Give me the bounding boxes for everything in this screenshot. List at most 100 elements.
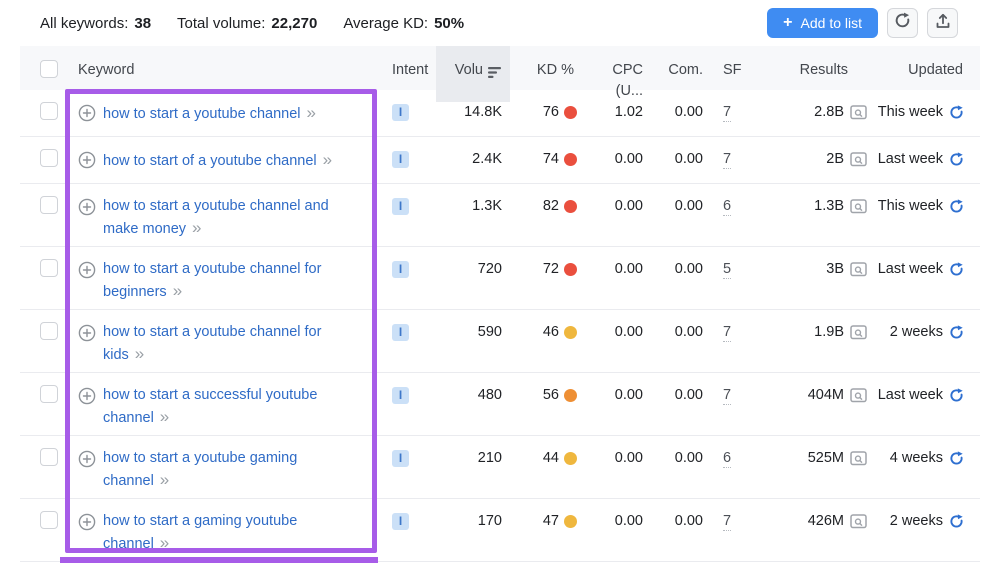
- refresh-metrics-icon[interactable]: [949, 262, 964, 277]
- keyword-link[interactable]: how to start a youtube gaming channel: [103, 450, 297, 489]
- kd-difficulty-dot: [564, 515, 577, 528]
- add-keyword-icon[interactable]: [78, 198, 96, 223]
- add-keyword-icon[interactable]: [78, 450, 96, 475]
- kd-value: 47: [542, 513, 559, 529]
- summary-toolbar: All keywords: 38 Total volume: 22,270 Av…: [0, 0, 1000, 46]
- intent-badge[interactable]: I: [392, 513, 409, 530]
- total-volume-value: 22,270: [271, 14, 318, 32]
- row-checkbox[interactable]: [40, 196, 58, 214]
- intent-badge[interactable]: I: [392, 261, 409, 278]
- volume-value: 590: [477, 324, 502, 340]
- cpc-value: 0.00: [614, 151, 643, 167]
- results-value: 2.8B: [814, 104, 844, 120]
- kd-value: 44: [542, 450, 559, 466]
- keyword-link[interactable]: how to start a successful youtube channel: [103, 387, 317, 426]
- sort-descending-icon: [488, 65, 502, 86]
- table-row: how to start a successful youtube channel…: [20, 373, 980, 436]
- export-button[interactable]: [927, 8, 958, 38]
- keyword-link[interactable]: how to start a gaming youtube channel: [103, 513, 297, 552]
- intent-badge[interactable]: I: [392, 104, 409, 121]
- expand-keyword-icon[interactable]: »: [192, 218, 201, 237]
- serp-features-count[interactable]: 7: [723, 104, 732, 122]
- expand-keyword-icon[interactable]: »: [160, 407, 169, 426]
- view-serp-icon[interactable]: [850, 262, 867, 277]
- add-keyword-icon[interactable]: [78, 513, 96, 538]
- view-serp-icon[interactable]: [850, 451, 867, 466]
- add-keyword-icon[interactable]: [78, 151, 96, 176]
- view-serp-icon[interactable]: [850, 514, 867, 529]
- serp-features-count[interactable]: 7: [723, 513, 732, 531]
- expand-keyword-icon[interactable]: »: [160, 470, 169, 489]
- refresh-metrics-icon[interactable]: [949, 152, 964, 167]
- keyword-link[interactable]: how to start a youtube channel for beginn…: [103, 261, 321, 300]
- expand-keyword-icon[interactable]: »: [173, 281, 182, 300]
- refresh-metrics-icon[interactable]: [949, 451, 964, 466]
- add-keyword-icon[interactable]: [78, 387, 96, 412]
- results-value: 3B: [826, 261, 844, 277]
- row-checkbox[interactable]: [40, 259, 58, 277]
- intent-badge[interactable]: I: [392, 450, 409, 467]
- view-serp-icon[interactable]: [850, 152, 867, 167]
- updated-value: This week: [877, 104, 943, 120]
- serp-features-count[interactable]: 5: [723, 261, 732, 279]
- intent-badge[interactable]: I: [392, 151, 409, 168]
- row-checkbox[interactable]: [40, 102, 58, 120]
- volume-value: 1.3K: [472, 198, 502, 214]
- table-row: how to start a gaming youtube channel» I …: [20, 499, 980, 562]
- refresh-icon: [894, 12, 911, 34]
- intent-badge[interactable]: I: [392, 387, 409, 404]
- kd-value: 72: [542, 261, 559, 277]
- select-all-checkbox[interactable]: [40, 60, 58, 78]
- updated-value: 2 weeks: [889, 513, 943, 529]
- serp-features-count[interactable]: 7: [723, 324, 732, 342]
- cpc-value: 0.00: [614, 450, 643, 466]
- results-value: 426M: [807, 513, 844, 529]
- refresh-metrics-icon[interactable]: [949, 514, 964, 529]
- row-checkbox[interactable]: [40, 149, 58, 167]
- refresh-metrics-icon[interactable]: [949, 325, 964, 340]
- add-keyword-icon[interactable]: [78, 324, 96, 349]
- plus-icon: +: [783, 14, 793, 31]
- cpc-value: 0.00: [614, 513, 643, 529]
- updated-value: Last week: [877, 261, 943, 277]
- view-serp-icon[interactable]: [850, 325, 867, 340]
- refresh-button[interactable]: [887, 8, 918, 38]
- table-row: how to start of a youtube channel » I 2.4…: [20, 137, 980, 184]
- refresh-metrics-icon[interactable]: [949, 199, 964, 214]
- add-keyword-icon[interactable]: [78, 104, 96, 129]
- keywords-table: Keyword Intent Volu KD % CPC (U... Com. …: [20, 46, 980, 562]
- serp-features-count[interactable]: 6: [723, 450, 732, 468]
- expand-keyword-icon[interactable]: »: [307, 103, 316, 122]
- intent-badge[interactable]: I: [392, 198, 409, 215]
- table-row: how to start a youtube channel» I 14.8K …: [20, 90, 980, 137]
- view-serp-icon[interactable]: [850, 388, 867, 403]
- expand-keyword-icon[interactable]: »: [160, 533, 169, 552]
- view-serp-icon[interactable]: [850, 105, 867, 120]
- all-keywords-label: All keywords:: [40, 14, 129, 32]
- table-body: how to start a youtube channel» I 14.8K …: [20, 90, 980, 562]
- serp-features-count[interactable]: 6: [723, 198, 732, 216]
- row-checkbox[interactable]: [40, 322, 58, 340]
- serp-features-count[interactable]: 7: [723, 151, 732, 169]
- view-serp-icon[interactable]: [850, 199, 867, 214]
- volume-value: 210: [477, 450, 502, 466]
- expand-keyword-icon[interactable]: »: [323, 150, 332, 169]
- refresh-metrics-icon[interactable]: [949, 105, 964, 120]
- row-checkbox[interactable]: [40, 511, 58, 529]
- kd-difficulty-dot: [564, 263, 577, 276]
- keyword-link[interactable]: how to start of a youtube channel: [103, 153, 317, 169]
- add-keyword-icon[interactable]: [78, 261, 96, 286]
- refresh-metrics-icon[interactable]: [949, 388, 964, 403]
- intent-badge[interactable]: I: [392, 324, 409, 341]
- add-to-list-button[interactable]: + Add to list: [767, 8, 878, 38]
- table-header-row: Keyword Intent Volu KD % CPC (U... Com. …: [20, 46, 980, 102]
- competition-value: 0.00: [674, 513, 703, 529]
- expand-keyword-icon[interactable]: »: [135, 344, 144, 363]
- competition-value: 0.00: [674, 324, 703, 340]
- average-kd-label: Average KD:: [343, 14, 429, 32]
- row-checkbox[interactable]: [40, 385, 58, 403]
- keyword-link[interactable]: how to start a youtube channel and make m…: [103, 198, 329, 237]
- keyword-link[interactable]: how to start a youtube channel: [103, 106, 301, 122]
- row-checkbox[interactable]: [40, 448, 58, 466]
- serp-features-count[interactable]: 7: [723, 387, 732, 405]
